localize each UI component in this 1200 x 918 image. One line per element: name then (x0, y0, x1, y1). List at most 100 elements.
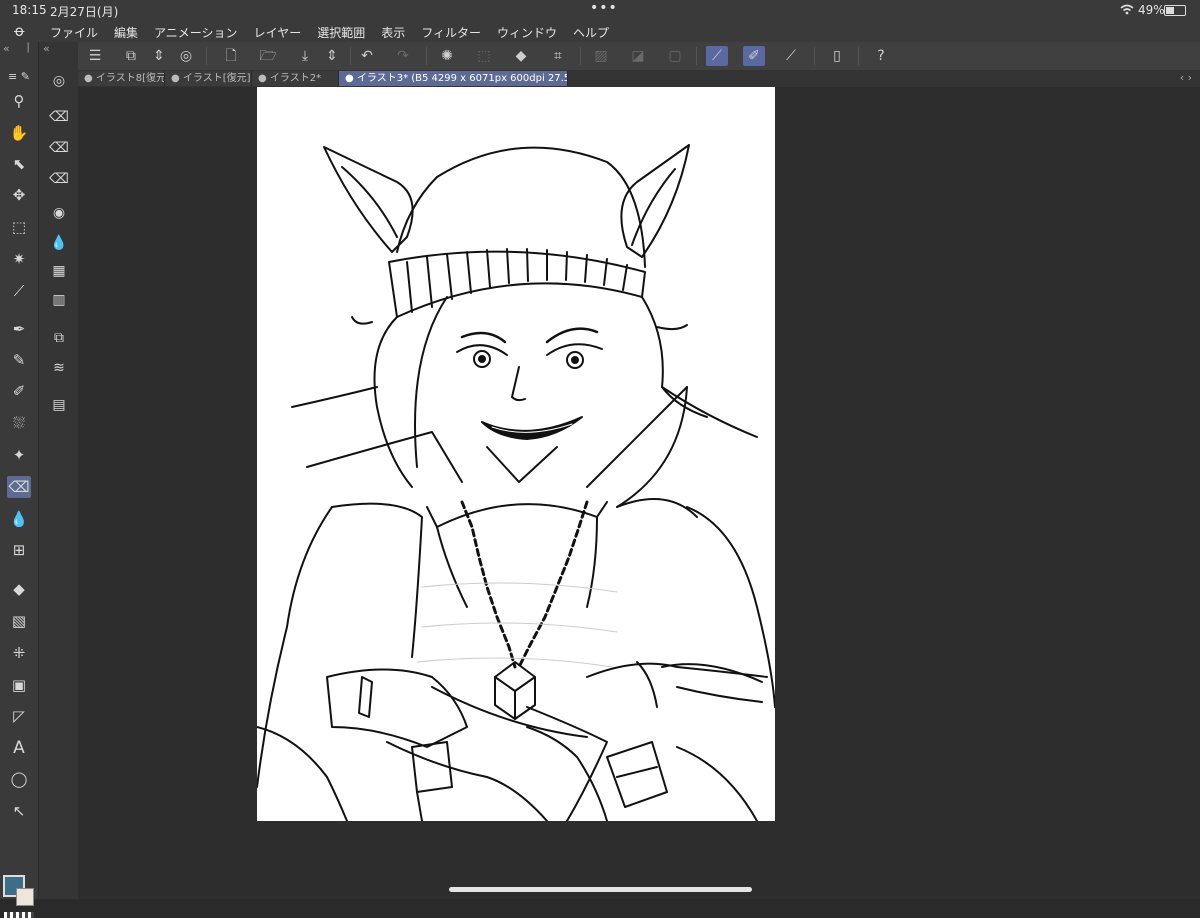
eraser-icon[interactable]: ⌫ (7, 476, 31, 498)
eraser-mode-icon[interactable]: ⟋ (780, 46, 802, 66)
toolbar-divider (858, 47, 859, 65)
menu-filter[interactable]: フィルター (421, 24, 481, 41)
fill-command-icon[interactable]: ◆ (510, 46, 532, 66)
app-logo-icon[interactable]: ꝋ (14, 22, 25, 40)
collapse-left-icon[interactable]: « (3, 42, 10, 55)
material-icon[interactable]: ▥ (48, 289, 70, 311)
home-indicator[interactable] (449, 887, 752, 892)
tab-illust3[interactable]: ● イラスト3* (B5 4299 x 6071px 600dpi 27.5%) (339, 71, 568, 86)
clear-icon[interactable]: ▨ (590, 46, 612, 66)
text-icon[interactable]: A (7, 737, 31, 759)
ruler-icon[interactable]: ⁜ (7, 642, 31, 664)
new-file-icon[interactable]: 🗋 (220, 46, 242, 66)
border-icon[interactable]: ▢ (664, 46, 686, 66)
color-blend-icon[interactable]: 💧 (48, 232, 70, 254)
pen-icon[interactable]: ✒ (7, 318, 31, 340)
collapse-sub-icon[interactable]: « (43, 42, 50, 55)
companion-icon[interactable]: ◎ (175, 46, 197, 66)
tab-illust-restored[interactable]: ● イラスト[復元]* (165, 71, 252, 86)
direct-draw-icon[interactable]: ◸ (7, 705, 31, 727)
toolbar-divider (580, 47, 581, 65)
tab-illust2[interactable]: ● イラスト2* (252, 71, 339, 86)
move-layer-icon[interactable]: ✥ (7, 184, 31, 206)
hand-icon[interactable]: ✋ (7, 122, 31, 144)
toolbar-divider (206, 47, 207, 65)
device-icon[interactable]: ▯ (826, 46, 848, 66)
brush-mode-icon[interactable]: ✐ (743, 46, 765, 66)
arrows-updown-2-icon[interactable]: ⇕ (321, 46, 343, 66)
multitasking-dots-icon[interactable]: ••• (590, 0, 618, 16)
menu-file[interactable]: ファイル (50, 24, 98, 41)
transparent-color-swatch[interactable] (4, 912, 34, 918)
toolbar-divider (350, 47, 351, 65)
sub-tool-palette: « ◎ ⌫ ⌫ ⌫ ◉ 💧 ▦ ▥ ⧉ ≋ ▤ (38, 42, 79, 899)
transform-icon[interactable]: ⬚ (473, 46, 495, 66)
open-folder-icon[interactable]: 🗁 (257, 46, 279, 66)
gradient-command-icon[interactable]: ◪ (627, 46, 649, 66)
menu-edit[interactable]: 編集 (114, 24, 138, 41)
command-bar: ☰ ⧉ ⇕ ◎ 🗋 🗁 ⤓ ⇕ ↶ ↷ ✺ ⬚ ◆ ⌗ ▨ ◪ ▢ ⟋ ✐ ⟋ … (78, 42, 1200, 71)
palette-menu-icon[interactable]: ≡ ✎ (7, 66, 31, 88)
save-icon[interactable]: ⤓ (294, 46, 316, 66)
arrows-updown-icon[interactable]: ⇕ (148, 46, 170, 66)
zoom-icon[interactable]: ⚲ (7, 90, 31, 112)
crop-icon[interactable]: ⌗ (547, 46, 569, 66)
help-icon[interactable]: ? (870, 46, 892, 66)
auto-select-icon[interactable]: ✷ (7, 248, 31, 270)
redo-icon[interactable]: ↷ (392, 46, 414, 66)
hard-eraser-icon[interactable]: ⌫ (48, 106, 70, 128)
frame-icon[interactable]: ▣ (7, 674, 31, 696)
menu-icon[interactable]: ☰ (84, 46, 106, 66)
pencil-icon[interactable]: ✎ (7, 349, 31, 371)
date: 2月27日(月) (50, 5, 119, 19)
tabs-menu-icon[interactable]: ‹ › (1180, 71, 1192, 84)
airbrush-icon[interactable]: ⛆ (7, 412, 31, 434)
toolbar-divider (814, 47, 815, 65)
battery-icon (1164, 5, 1186, 16)
vector-eraser-icon[interactable]: ⌫ (48, 137, 70, 159)
battery-level: 49% (1138, 3, 1165, 17)
canvas-paper[interactable] (257, 87, 775, 821)
tool-palette: « ❘ ≡ ✎ ⚲ ✋ ⬉ ✥ ⬚ ✷ ⟋ ✒ ✎ ✐ ⛆ ✦ ⌫ 💧 ⊞ ◆ … (0, 42, 38, 918)
clock: 18:15 (12, 3, 47, 17)
color-set-icon[interactable]: ▦ (48, 260, 70, 282)
decoration-icon[interactable]: ✦ (7, 444, 31, 466)
toolbar-divider (696, 47, 697, 65)
sub-tool-menu-icon[interactable]: ◎ (48, 70, 70, 92)
lineart-illustration (257, 144, 775, 821)
gradient-icon[interactable]: ▧ (7, 610, 31, 632)
blend-icon[interactable]: 💧 (7, 508, 31, 530)
main-menu: ファイル 編集 アニメーション レイヤー 選択範囲 表示 フィルター ウィンドウ… (50, 24, 625, 41)
layer-search-icon[interactable]: ⧉ (48, 327, 70, 349)
timeline-icon[interactable]: ▤ (48, 394, 70, 416)
canvas-tabs: ● イラスト8[復元 ● イラスト[復元]* ● イラスト2* ● イラスト3*… (78, 70, 1200, 87)
operation-icon[interactable]: ⬉ (7, 153, 31, 175)
eyedropper-icon[interactable]: ⟋ (7, 280, 31, 302)
soft-eraser-icon[interactable]: ⌫ (48, 168, 70, 190)
status-bar: 18:15 2月27日(月) ••• 49% (0, 0, 1200, 20)
layers-icon[interactable]: ≋ (48, 357, 70, 379)
menu-layer[interactable]: レイヤー (254, 24, 302, 41)
new-canvas-icon[interactable]: ⧉ (120, 46, 142, 66)
menu-animation[interactable]: アニメーション (154, 24, 238, 41)
background-color-swatch[interactable] (16, 888, 34, 906)
correct-line-icon[interactable]: ↖ (7, 800, 31, 822)
loading-icon[interactable]: ✺ (436, 46, 458, 66)
layer-property-icon[interactable]: ◉ (48, 202, 70, 224)
wifi-icon (1120, 4, 1134, 18)
toolbar-divider (426, 47, 427, 65)
brush-icon[interactable]: ✐ (7, 380, 31, 402)
menu-view[interactable]: 表示 (381, 24, 405, 41)
fill-icon[interactable]: ◆ (7, 578, 31, 600)
menu-help[interactable]: ヘルプ (573, 24, 609, 41)
pen-mode-icon[interactable]: ⟋ (706, 46, 728, 66)
balloon-icon[interactable]: ◯ (7, 768, 31, 790)
tab-illust8[interactable]: ● イラスト8[復元 (78, 71, 165, 86)
menu-bar: ꝋ ファイル 編集 アニメーション レイヤー 選択範囲 表示 フィルター ウィン… (0, 20, 1200, 42)
grip-icon[interactable]: ❘ (24, 42, 32, 53)
figure-icon[interactable]: ⊞ (7, 539, 31, 561)
selection-icon[interactable]: ⬚ (7, 216, 31, 238)
menu-window[interactable]: ウィンドウ (497, 24, 557, 41)
menu-selection[interactable]: 選択範囲 (317, 24, 365, 41)
undo-icon[interactable]: ↶ (356, 46, 378, 66)
